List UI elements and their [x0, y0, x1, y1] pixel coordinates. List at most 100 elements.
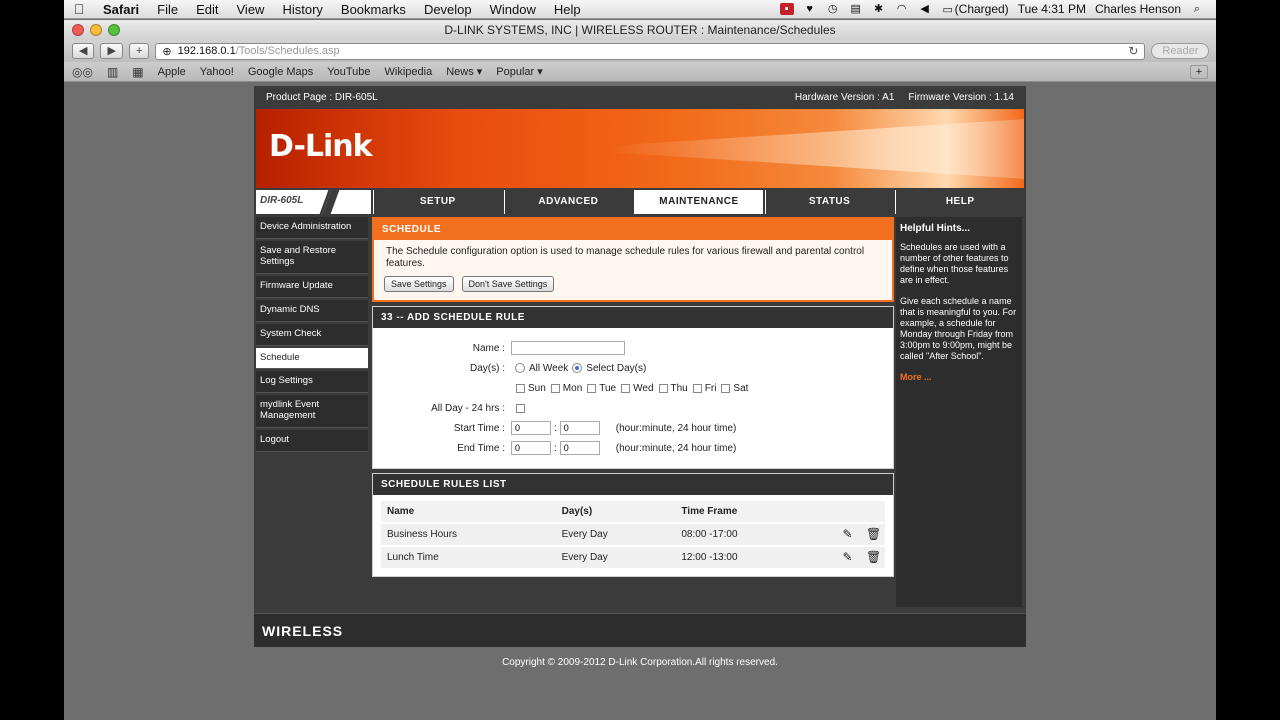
- end-time-hint: (hour:minute, 24 hour time): [615, 442, 737, 454]
- shield-icon[interactable]: ♥: [803, 3, 817, 15]
- reading-list-icon[interactable]: ◎◎: [72, 65, 93, 79]
- menu-window[interactable]: Window: [481, 2, 545, 17]
- start-time-label: Start Time :: [453, 422, 505, 434]
- tab-help[interactable]: HELP: [895, 190, 1024, 214]
- forward-button[interactable]: ▶: [100, 43, 123, 59]
- delete-icon[interactable]: 🗑: [866, 528, 881, 541]
- clock[interactable]: Tue 4:31 PM: [1018, 2, 1086, 16]
- rule-name-input[interactable]: [511, 341, 625, 355]
- add-schedule-rule-box: 33 -- ADD SCHEDULE RULE Name : Day(s) : …: [372, 306, 894, 469]
- hints-paragraph-2: Give each schedule a name that is meanin…: [900, 296, 1017, 361]
- apple-menu-icon[interactable]: : [64, 1, 94, 17]
- sidebar-item-log-settings[interactable]: Log Settings: [256, 371, 368, 394]
- new-tab-plus-icon[interactable]: +: [1190, 64, 1208, 79]
- select-days-radio[interactable]: [572, 363, 583, 373]
- sidebar-item-schedule[interactable]: Schedule: [256, 347, 368, 370]
- sidebar-item-mydlink-event[interactable]: mydlink Event Management: [256, 395, 368, 429]
- model-label: DIR-605L: [256, 190, 371, 214]
- battery-label: (Charged): [954, 2, 1009, 16]
- menu-view[interactable]: View: [228, 2, 274, 17]
- select-days-label: Select Day(s): [586, 362, 647, 374]
- menu-help[interactable]: Help: [545, 2, 590, 17]
- save-settings-button[interactable]: Save Settings: [384, 276, 454, 292]
- sidebar-item-firmware-update[interactable]: Firmware Update: [256, 275, 368, 298]
- table-row: Business Hours Every Day 08:00 -17:00 ✎ …: [381, 522, 885, 546]
- tab-maintenance[interactable]: MAINTENANCE: [634, 190, 763, 214]
- sidebar-item-system-check[interactable]: System Check: [256, 323, 368, 346]
- delete-icon[interactable]: 🗑: [866, 551, 881, 564]
- sidebar-item-device-administration[interactable]: Device Administration: [256, 217, 368, 239]
- bookmarks-book-icon[interactable]: ▥: [107, 65, 118, 79]
- more-link[interactable]: More ...: [900, 372, 932, 382]
- url-path: /Tools/Schedules.asp: [235, 45, 340, 57]
- wifi-icon[interactable]: ◠: [895, 3, 909, 15]
- bookmark-apple[interactable]: Apple: [158, 66, 186, 78]
- add-bookmark-button[interactable]: +: [128, 43, 150, 59]
- tab-status[interactable]: STATUS: [764, 190, 894, 214]
- menu-file[interactable]: File: [148, 2, 187, 17]
- close-window-button[interactable]: [72, 24, 84, 36]
- all-week-label: All Week: [529, 362, 569, 374]
- dont-save-settings-button[interactable]: Don't Save Settings: [461, 276, 555, 292]
- menu-bookmarks[interactable]: Bookmarks: [332, 2, 415, 17]
- edit-icon[interactable]: ✎: [841, 551, 854, 564]
- sidebar: Device Administration Save and Restore S…: [256, 217, 368, 454]
- dlink-logo: D-Link: [269, 129, 373, 164]
- mon-checkbox[interactable]: [550, 383, 560, 393]
- sun-checkbox[interactable]: [516, 383, 525, 393]
- status-area: ▪ ♥ ◷ ▤ ✱ ◠ ◀ ▭ (Charged) Tue 4:31 PM Cha…: [779, 2, 1216, 16]
- menu-bar:  Safari File Edit View History Bookmark…: [64, 0, 1216, 19]
- address-bar[interactable]: ⊕ 192.168.0.1/Tools/Schedules.asp ↻: [155, 42, 1146, 60]
- reader-button[interactable]: Reader: [1151, 43, 1210, 59]
- sat-checkbox[interactable]: [721, 383, 731, 393]
- time-machine-icon[interactable]: ◷: [826, 3, 840, 15]
- edit-icon[interactable]: ✎: [841, 528, 854, 541]
- sidebar-item-save-restore[interactable]: Save and Restore Settings: [256, 240, 368, 274]
- menu-develop[interactable]: Develop: [415, 2, 481, 17]
- status-app-icon[interactable]: ▪: [779, 3, 794, 15]
- display-icon[interactable]: ▤: [849, 3, 863, 15]
- bookmark-news[interactable]: News ▾: [446, 65, 482, 78]
- sidebar-item-dynamic-dns[interactable]: Dynamic DNS: [256, 299, 368, 322]
- end-hour-input[interactable]: [511, 441, 551, 455]
- bluetooth-icon[interactable]: ✱: [872, 3, 886, 15]
- page-viewport: Product Page : DIR-605L Hardware Version…: [64, 83, 1216, 720]
- volume-icon[interactable]: ◀: [918, 3, 932, 15]
- wed-checkbox[interactable]: [621, 383, 631, 393]
- all-day-checkbox[interactable]: [516, 403, 525, 413]
- start-minute-input[interactable]: [559, 421, 600, 435]
- menu-edit[interactable]: Edit: [187, 2, 227, 17]
- tab-setup[interactable]: SETUP: [373, 190, 502, 214]
- add-rule-heading: 33 -- ADD SCHEDULE RULE: [373, 307, 893, 328]
- all-day-label: All Day - 24 hrs :: [431, 402, 505, 414]
- zoom-window-button[interactable]: [108, 24, 120, 36]
- bookmark-yahoo[interactable]: Yahoo!: [200, 66, 234, 78]
- bookmark-youtube[interactable]: YouTube: [327, 66, 370, 78]
- sat-label: Sat: [733, 382, 749, 394]
- sidebar-item-logout[interactable]: Logout: [256, 430, 368, 453]
- start-hour-input[interactable]: [511, 421, 551, 435]
- menu-history[interactable]: History: [273, 2, 331, 17]
- product-page-link[interactable]: Product Page : DIR-605L: [266, 92, 378, 103]
- battery-status[interactable]: ▭ (Charged): [941, 2, 1009, 16]
- tue-checkbox[interactable]: [587, 383, 597, 393]
- tab-advanced[interactable]: ADVANCED: [503, 190, 633, 214]
- user-name[interactable]: Charles Henson: [1095, 2, 1181, 16]
- back-button[interactable]: ◀: [72, 43, 95, 59]
- thu-checkbox[interactable]: [658, 383, 668, 393]
- end-minute-input[interactable]: [559, 441, 600, 455]
- fri-checkbox[interactable]: [692, 383, 702, 393]
- top-sites-grid-icon[interactable]: ▦: [132, 65, 143, 79]
- wed-label: Wed: [633, 382, 654, 394]
- all-week-radio[interactable]: [515, 363, 525, 373]
- bookmark-google-maps[interactable]: Google Maps: [248, 66, 313, 78]
- spotlight-search-icon[interactable]: ⌕: [1190, 3, 1204, 15]
- rules-table: Name Day(s) Time Frame Business Hours Ev…: [381, 501, 885, 568]
- bookmark-wikipedia[interactable]: Wikipedia: [385, 66, 433, 78]
- menu-safari[interactable]: Safari: [94, 2, 148, 17]
- reload-icon[interactable]: ↻: [1128, 44, 1138, 58]
- bookmark-popular[interactable]: Popular ▾: [496, 65, 543, 78]
- schedule-rules-list-box: SCHEDULE RULES LIST Name Day(s) Time Fra…: [372, 473, 894, 577]
- model-name: DIR-605L: [260, 195, 304, 206]
- minimize-window-button[interactable]: [90, 24, 102, 36]
